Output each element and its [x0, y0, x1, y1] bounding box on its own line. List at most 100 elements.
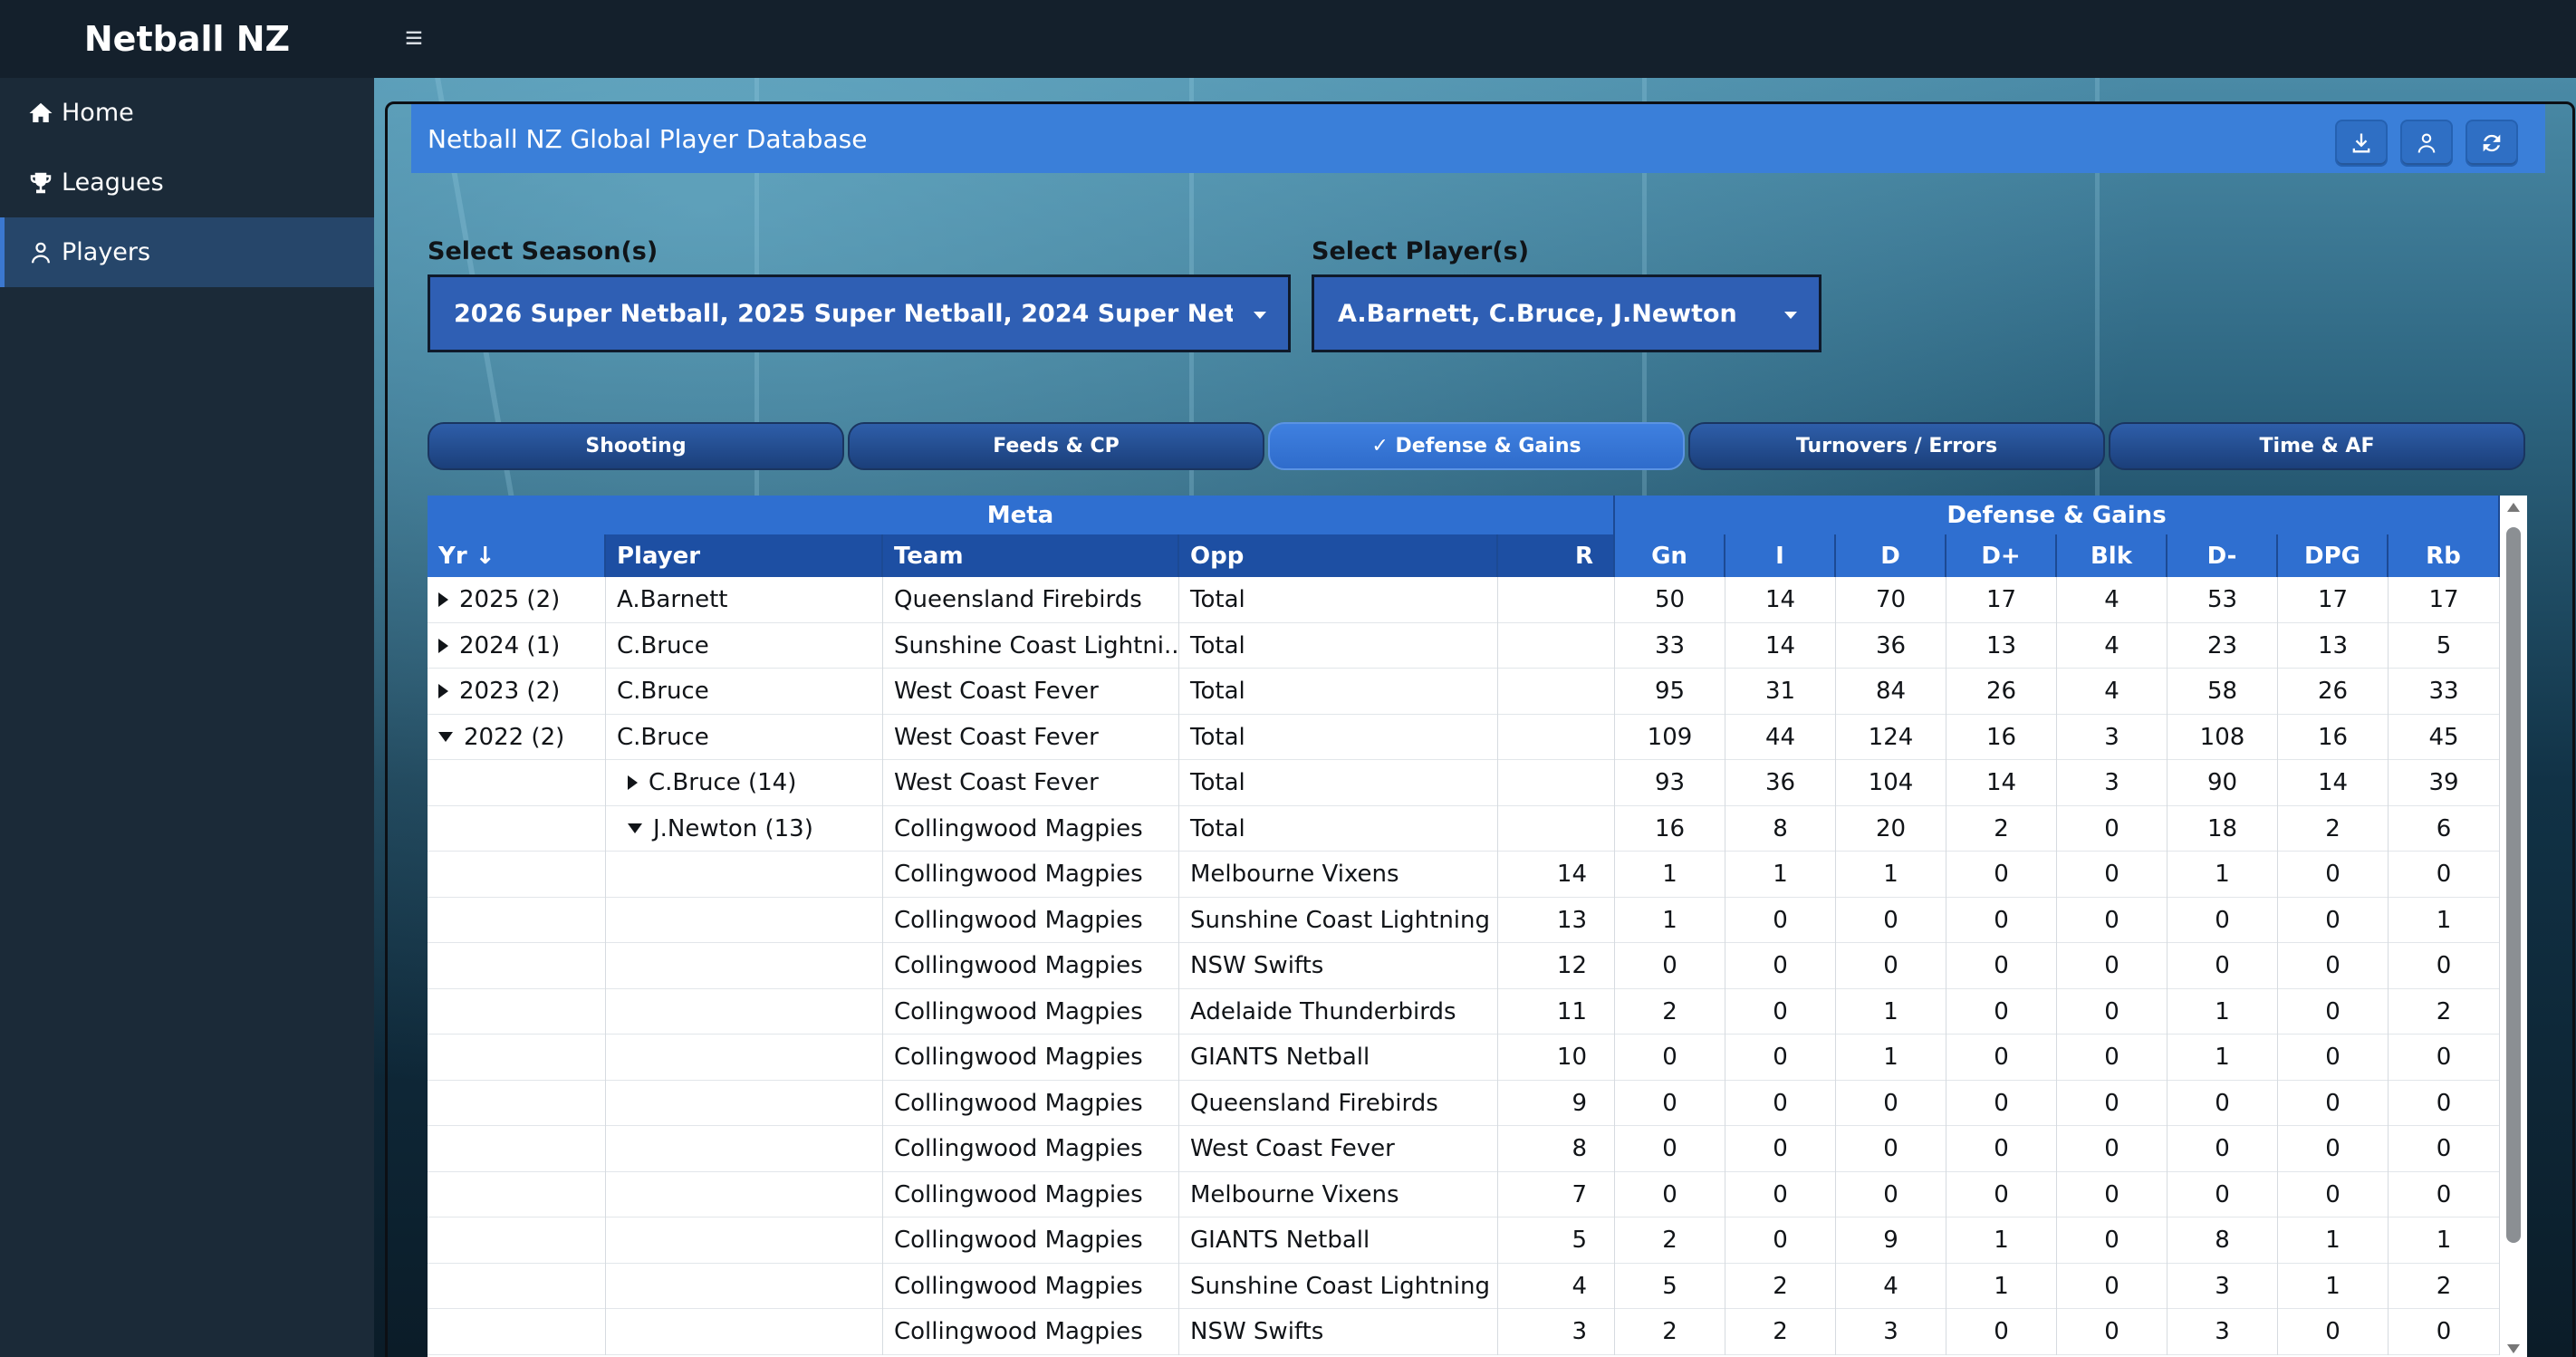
col-header-r[interactable]: R — [1498, 534, 1615, 577]
cell-gn: 0 — [1615, 1035, 1725, 1081]
cell-rb: 2 — [2389, 1263, 2500, 1309]
cell-d-minus: 1 — [2167, 852, 2278, 898]
col-header-opp[interactable]: Opp — [1179, 534, 1498, 577]
col-header-d[interactable]: D — [1836, 534, 1946, 577]
cell-team: West Coast Fever — [883, 760, 1179, 806]
table-row[interactable]: J.Newton (13) Collingwood Magpies Total 16 8… — [428, 805, 2500, 852]
home-icon — [27, 100, 54, 127]
sidebar-item-players[interactable]: Players — [0, 217, 374, 287]
table-row[interactable]: Collingwood Magpies Sunshine Coast Lightn… — [428, 897, 2500, 943]
col-header-blk[interactable]: Blk — [2057, 534, 2167, 577]
col-header-gn[interactable]: Gn — [1615, 534, 1725, 577]
table-row[interactable]: 2024 (1) C.Bruce Sunshine Coast Lightni...… — [428, 622, 2500, 669]
col-header-d-plus[interactable]: D+ — [1946, 534, 2057, 577]
group-header-row: Meta Defense & Gains — [428, 496, 2500, 534]
cell-d-plus: 0 — [1946, 1309, 2057, 1355]
cell-r: 7 — [1498, 1171, 1615, 1217]
expand-icon[interactable] — [438, 592, 448, 608]
col-header-d-minus[interactable]: D- — [2167, 534, 2278, 577]
cell-team: Collingwood Magpies — [883, 1309, 1179, 1355]
cell-d: 0 — [1836, 1171, 1946, 1217]
cell-d: 3 — [1836, 1309, 1946, 1355]
table-row[interactable]: Collingwood Magpies NSW Swifts 3 2 2 3 0 0 3 0 0 — [428, 1309, 2500, 1355]
table-row[interactable]: Collingwood Magpies NSW Swifts 12 0 0 0 0 0 0 0 0 — [428, 943, 2500, 989]
cell-blk: 4 — [2057, 622, 2167, 669]
expand-icon[interactable] — [628, 775, 638, 791]
cell-yr[interactable]: 2022 (2) — [428, 714, 606, 760]
table-row[interactable]: Collingwood Magpies GIANTS Netball 10 0 0 1 0 0… — [428, 1035, 2500, 1081]
user-button[interactable] — [2400, 120, 2453, 167]
cell-gn: 2 — [1615, 988, 1725, 1035]
cell-i: 36 — [1725, 760, 1836, 806]
table-row[interactable]: 2023 (2) C.Bruce West Coast Fever Total 95 31… — [428, 669, 2500, 715]
table-row[interactable]: Collingwood Magpies Melbourne Vixens 7 0 0 0 0… — [428, 1171, 2500, 1217]
cell-player[interactable]: C.Bruce (14) — [606, 760, 883, 806]
season-select[interactable]: 2026 Super Netball, 2025 Super Netball, … — [428, 274, 1291, 352]
cell-opp: Total — [1179, 805, 1498, 852]
sidebar-item-label: Players — [62, 238, 151, 266]
cell-yr-text: 2024 (1) — [459, 631, 561, 659]
cell-i: 0 — [1725, 897, 1836, 943]
cell-yr — [428, 1263, 606, 1309]
cell-gn: 5 — [1615, 1263, 1725, 1309]
cell-i: 0 — [1725, 943, 1836, 989]
cell-player — [606, 897, 883, 943]
tab-turnovers-errors[interactable]: Turnovers / Errors — [1688, 422, 2105, 470]
col-header-dpg[interactable]: DPG — [2278, 534, 2389, 577]
table-row[interactable]: Collingwood Magpies Queensland Firebirds 9… — [428, 1080, 2500, 1126]
tab-time-af[interactable]: Time & AF — [2109, 422, 2525, 470]
col-header-rb[interactable]: Rb — [2389, 534, 2500, 577]
cell-d-minus: 58 — [2167, 669, 2278, 715]
scroll-up-icon[interactable] — [2507, 503, 2520, 512]
sidebar-item-leagues[interactable]: Leagues — [0, 148, 374, 217]
table-scrollbar[interactable] — [2500, 496, 2527, 1357]
cell-d-minus: 3 — [2167, 1263, 2278, 1309]
col-header-player[interactable]: Player — [606, 534, 883, 577]
cell-player-text: C.Bruce — [617, 631, 709, 659]
table-row[interactable]: Collingwood Magpies West Coast Fever 8 0 0 0 0… — [428, 1126, 2500, 1172]
cell-yr[interactable]: 2025 (2) — [428, 577, 606, 623]
download-button[interactable] — [2335, 120, 2388, 167]
col-header-i[interactable]: I — [1725, 534, 1836, 577]
table-row[interactable]: 2022 (2) C.Bruce West Coast Fever Total 109 4… — [428, 714, 2500, 760]
expand-icon[interactable] — [438, 638, 448, 653]
cell-i: 0 — [1725, 1080, 1836, 1126]
cell-yr[interactable]: 2023 (2) — [428, 669, 606, 715]
scroll-down-icon[interactable] — [2507, 1344, 2520, 1353]
collapse-icon[interactable] — [438, 732, 453, 743]
cell-team: Queensland Firebirds — [883, 577, 1179, 623]
cell-rb: 0 — [2389, 1309, 2500, 1355]
table-row[interactable]: Collingwood Magpies Adelaide Thunderbirds… — [428, 988, 2500, 1035]
table-row[interactable]: Collingwood Magpies GIANTS Netball 5 2 0 9 1 0 8… — [428, 1217, 2500, 1264]
table-row[interactable]: C.Bruce (14) West Coast Fever Total 93 36 104… — [428, 760, 2500, 806]
cell-yr — [428, 988, 606, 1035]
tab-defense-gains[interactable]: ✓ Defense & Gains — [1268, 422, 1685, 470]
tab-shooting[interactable]: Shooting — [428, 422, 844, 470]
cell-d-minus: 23 — [2167, 622, 2278, 669]
hamburger-menu-icon[interactable]: ≡ — [396, 20, 432, 56]
cell-blk: 0 — [2057, 1035, 2167, 1081]
tab-feeds-cp[interactable]: Feeds & CP — [848, 422, 1264, 470]
table-row[interactable]: 2025 (2) A.Barnett Queensland Firebirds Tot… — [428, 577, 2500, 623]
cell-rb: 5 — [2389, 622, 2500, 669]
cell-player: C.Bruce — [606, 669, 883, 715]
cell-yr — [428, 897, 606, 943]
cell-rb: 33 — [2389, 669, 2500, 715]
sidebar-item-home[interactable]: Home — [0, 78, 374, 148]
col-header-yr[interactable]: Yr ↓ — [428, 534, 606, 577]
cell-yr[interactable]: 2024 (1) — [428, 622, 606, 669]
cell-team: Sunshine Coast Lightni... — [883, 622, 1179, 669]
col-header-team[interactable]: Team — [883, 534, 1179, 577]
expand-icon[interactable] — [438, 684, 448, 699]
collapse-icon[interactable] — [628, 823, 642, 834]
player-select[interactable]: A.Barnett, C.Bruce, J.Newton — [1312, 274, 1821, 352]
brand-title: Netball NZ — [0, 0, 374, 78]
cell-yr — [428, 852, 606, 898]
scroll-thumb[interactable] — [2506, 527, 2521, 1243]
cell-yr-text: 2023 (2) — [459, 678, 561, 706]
table-row[interactable]: Collingwood Magpies Melbourne Vixens 14 1 1 1… — [428, 852, 2500, 898]
cell-d-minus: 90 — [2167, 760, 2278, 806]
cell-player[interactable]: J.Newton (13) — [606, 805, 883, 852]
refresh-button[interactable] — [2465, 120, 2518, 167]
table-row[interactable]: Collingwood Magpies Sunshine Coast Lightn… — [428, 1263, 2500, 1309]
